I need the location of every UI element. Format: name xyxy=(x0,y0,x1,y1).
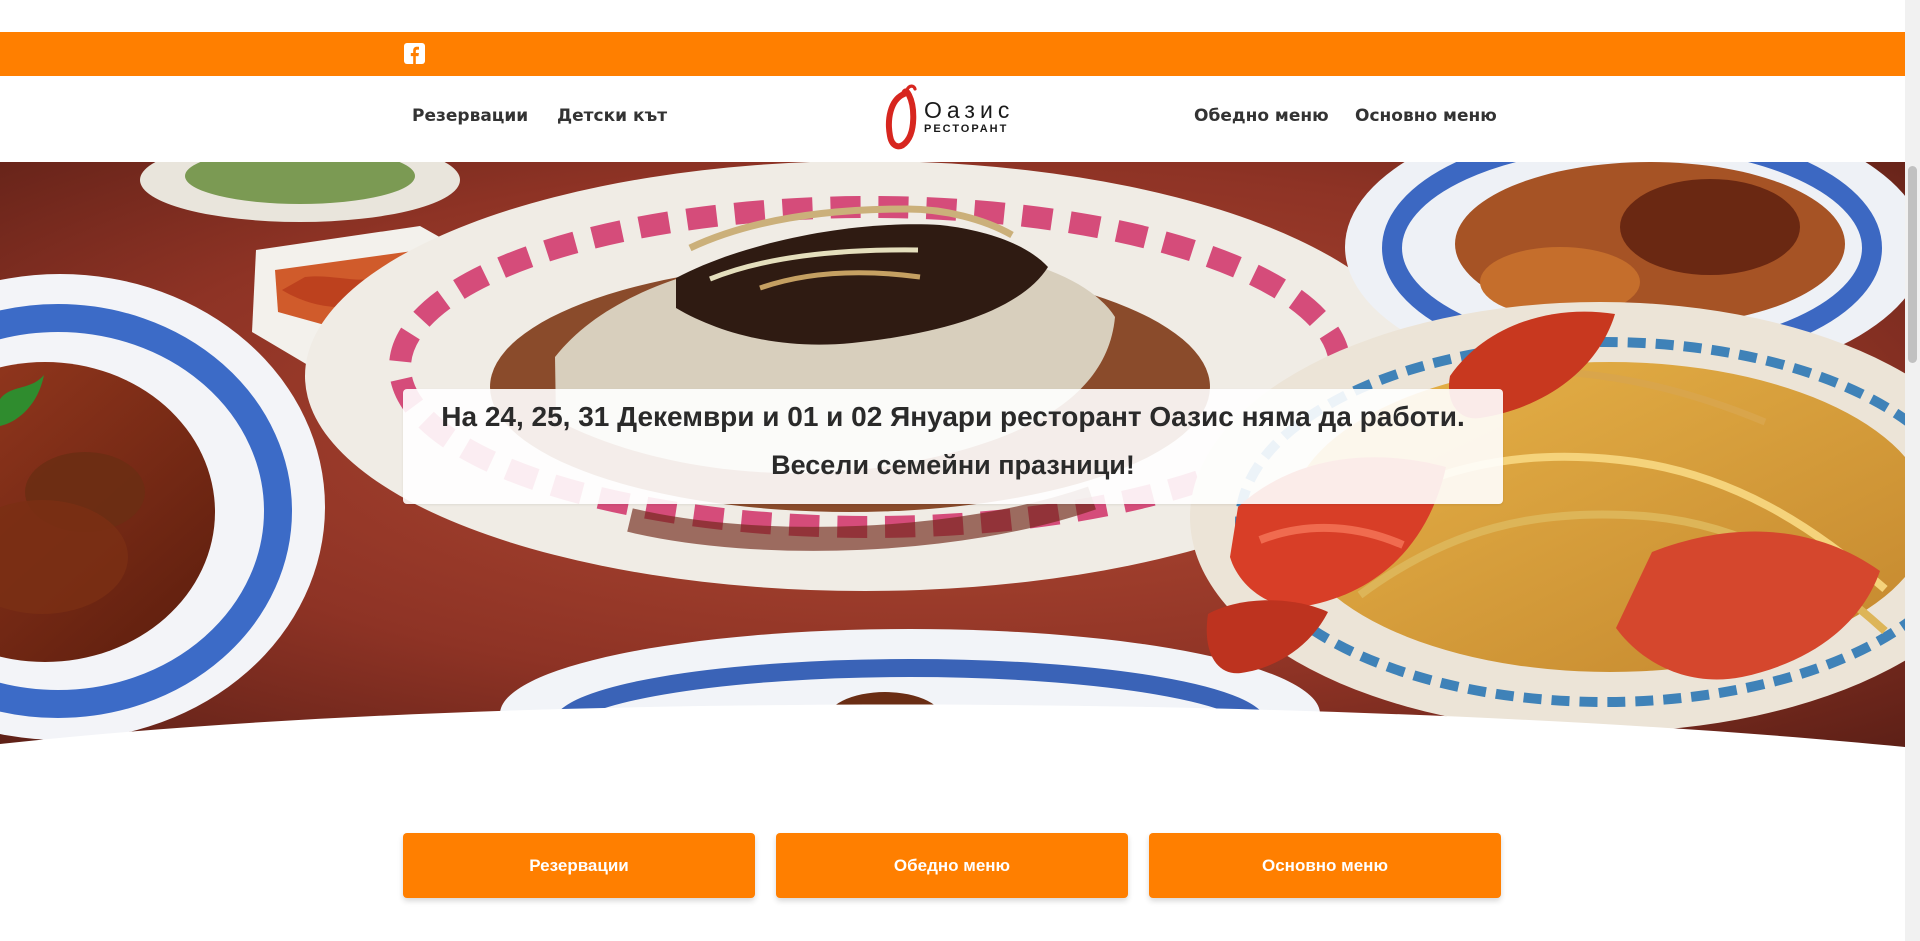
facebook-icon xyxy=(404,43,425,64)
reservations-button[interactable]: Резервации xyxy=(403,833,755,898)
logo-text-block: Оазис РЕСТОРАНТ xyxy=(924,98,1014,136)
nav-link-reservations[interactable]: Резервации xyxy=(412,106,528,126)
nav-link-lunch-menu[interactable]: Обедно меню xyxy=(1194,106,1329,126)
main-menu-button[interactable]: Основно меню xyxy=(1149,833,1501,898)
hero-section: На 24, 25, 31 Декември и 01 и 02 Януари … xyxy=(0,162,1905,752)
holiday-greeting-text: Весели семейни празници! xyxy=(771,450,1135,480)
restaurant-logo[interactable]: Оазис РЕСТОРАНТ xyxy=(884,84,1014,150)
site-header: Резервации Детски кът Оазис РЕСТОРАНТ Об… xyxy=(0,76,1905,162)
nav-link-main-menu[interactable]: Основно меню xyxy=(1355,106,1497,126)
logo-subtitle: РЕСТОРАНТ xyxy=(924,123,1009,135)
top-gap xyxy=(0,0,1905,32)
oasis-logo-mark-icon xyxy=(885,84,917,150)
quick-links-section: Резервации Обедно меню Основно меню xyxy=(0,752,1905,941)
logo-name: Оазис xyxy=(924,97,1015,123)
lunch-menu-button[interactable]: Обедно меню xyxy=(776,833,1128,898)
nav-link-kids-corner[interactable]: Детски кът xyxy=(557,106,667,126)
facebook-link[interactable] xyxy=(404,43,425,64)
page: Резервации Детски кът Оазис РЕСТОРАНТ Об… xyxy=(0,0,1905,941)
social-bar xyxy=(0,32,1905,76)
scrollbar-thumb[interactable] xyxy=(1908,166,1917,363)
browser-viewport: Резервации Детски кът Оазис РЕСТОРАНТ Об… xyxy=(0,0,1920,941)
holiday-notice-text: На 24, 25, 31 Декември и 01 и 02 Януари … xyxy=(441,401,1465,432)
vertical-scrollbar[interactable] xyxy=(1905,0,1920,941)
holiday-notice-card: На 24, 25, 31 Декември и 01 и 02 Януари … xyxy=(403,389,1503,504)
